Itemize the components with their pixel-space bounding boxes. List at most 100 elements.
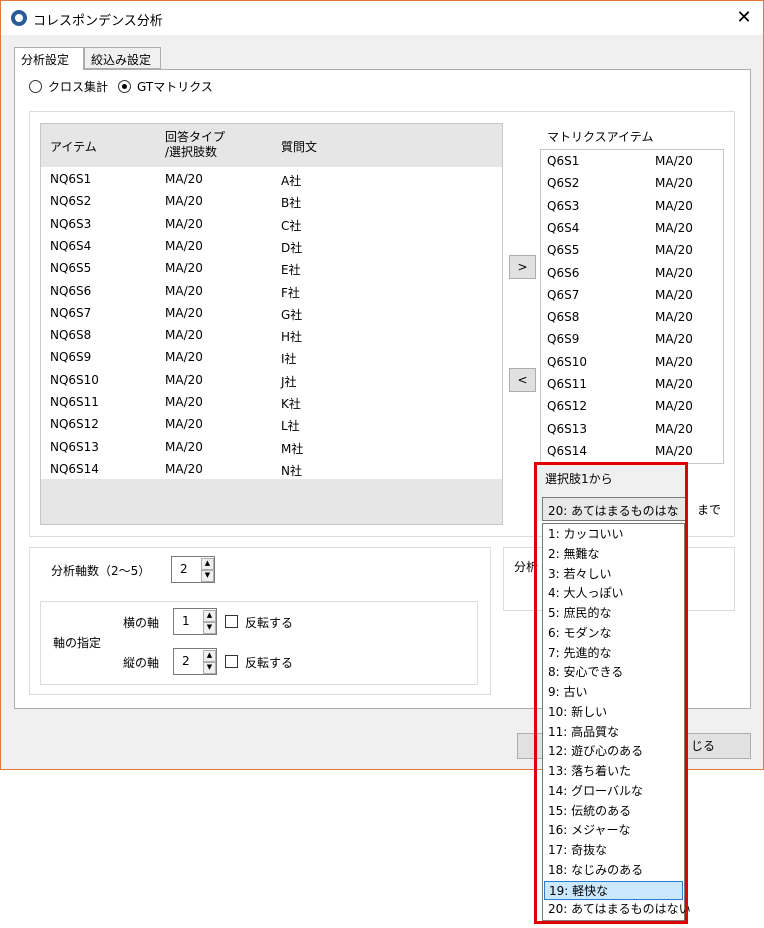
- vertical-axis-stepper[interactable]: 2 ▲ ▼: [173, 648, 217, 675]
- matrix-cell-type[interactable]: MA/20: [655, 199, 693, 213]
- item-cell-item[interactable]: NQ6S3: [50, 217, 91, 231]
- close-icon[interactable]: ✕: [731, 5, 757, 31]
- item-cell-question[interactable]: E社: [281, 261, 301, 278]
- item-cell-type[interactable]: MA/20: [165, 395, 203, 409]
- item-cell-question[interactable]: L社: [281, 417, 300, 434]
- item-cell-question[interactable]: J社: [281, 373, 297, 390]
- horizontal-up-icon[interactable]: ▲: [203, 610, 216, 622]
- item-cell-type[interactable]: MA/20: [165, 239, 203, 253]
- item-cell-type[interactable]: MA/20: [165, 217, 203, 231]
- matrix-cell-type[interactable]: MA/20: [655, 288, 693, 302]
- axis-count-label: 分析軸数（2〜5）: [51, 564, 151, 578]
- item-cell-question[interactable]: D社: [281, 239, 302, 256]
- matrix-cell-item[interactable]: Q6S4: [547, 221, 579, 235]
- axis-count-stepper[interactable]: 2 ▲ ▼: [171, 556, 215, 583]
- vertical-down-icon[interactable]: ▼: [203, 662, 216, 674]
- add-item-button[interactable]: >: [509, 255, 536, 279]
- item-cell-type[interactable]: MA/20: [165, 328, 203, 342]
- item-cell-question[interactable]: G社: [281, 306, 302, 323]
- matrix-cell-item[interactable]: Q6S14: [547, 444, 587, 458]
- tab-filter-settings[interactable]: 絞込み設定: [84, 47, 161, 69]
- matrix-cell-item[interactable]: Q6S11: [547, 377, 587, 391]
- matrix-cell-type[interactable]: MA/20: [655, 221, 693, 235]
- matrix-cell-item[interactable]: Q6S7: [547, 288, 579, 302]
- matrix-cell-type[interactable]: MA/20: [655, 243, 693, 257]
- matrix-cell-type[interactable]: MA/20: [655, 355, 693, 369]
- vertical-axis-value: 2: [182, 654, 190, 668]
- matrix-cell-item[interactable]: Q6S8: [547, 310, 579, 324]
- item-cell-item[interactable]: NQ6S5: [50, 261, 91, 275]
- item-cell-item[interactable]: NQ6S4: [50, 239, 91, 253]
- matrix-cell-type[interactable]: MA/20: [655, 399, 693, 413]
- item-cell-item[interactable]: NQ6S12: [50, 417, 99, 431]
- item-cell-item[interactable]: NQ6S13: [50, 440, 99, 454]
- item-cell-question[interactable]: K社: [281, 395, 301, 412]
- matrix-cell-item[interactable]: Q6S1: [547, 154, 579, 168]
- item-cell-type[interactable]: MA/20: [165, 350, 203, 364]
- item-cell-type[interactable]: MA/20: [165, 194, 203, 208]
- item-cell-item[interactable]: NQ6S2: [50, 194, 91, 208]
- item-cell-question[interactable]: C社: [281, 217, 301, 234]
- item-cell-item[interactable]: NQ6S14: [50, 462, 99, 476]
- horizontal-axis-label: 横の軸: [123, 616, 160, 630]
- matrix-cell-type[interactable]: MA/20: [655, 176, 693, 190]
- item-cell-question[interactable]: A社: [281, 172, 301, 189]
- item-cell-question[interactable]: M社: [281, 440, 303, 457]
- item-cell-type[interactable]: MA/20: [165, 440, 203, 454]
- item-cell-item[interactable]: NQ6S10: [50, 373, 99, 387]
- item-cell-type[interactable]: MA/20: [165, 373, 203, 387]
- matrix-cell-type[interactable]: MA/20: [655, 422, 693, 436]
- column-header-question: 質問文: [281, 140, 318, 154]
- matrix-cell-item[interactable]: Q6S2: [547, 176, 579, 190]
- item-cell-question[interactable]: F社: [281, 284, 300, 301]
- column-header-type: 回答タイプ /選択肢数: [165, 130, 226, 159]
- close-button-label: じる: [691, 739, 716, 753]
- matrix-cell-item[interactable]: Q6S3: [547, 199, 579, 213]
- item-list-body: [41, 167, 502, 479]
- item-cell-item[interactable]: NQ6S9: [50, 350, 91, 364]
- item-cell-question[interactable]: I社: [281, 350, 297, 367]
- matrix-cell-type[interactable]: MA/20: [655, 266, 693, 280]
- item-cell-type[interactable]: MA/20: [165, 284, 203, 298]
- matrix-cell-type[interactable]: MA/20: [655, 310, 693, 324]
- matrix-title: マトリクスアイテム: [547, 130, 654, 144]
- horizontal-axis-value: 1: [182, 614, 190, 628]
- title-bar[interactable]: コレスポンデンス分析 ✕: [1, 1, 763, 35]
- item-cell-question[interactable]: N社: [281, 462, 302, 479]
- item-cell-type[interactable]: MA/20: [165, 462, 203, 476]
- item-cell-type[interactable]: MA/20: [165, 306, 203, 320]
- tab-analysis-settings[interactable]: 分析設定: [14, 47, 84, 70]
- matrix-list[interactable]: [540, 149, 724, 464]
- matrix-cell-type[interactable]: MA/20: [655, 444, 693, 458]
- item-cell-item[interactable]: NQ6S7: [50, 306, 91, 320]
- horizontal-reverse-checkbox[interactable]: [225, 615, 238, 628]
- item-cell-question[interactable]: B社: [281, 194, 301, 211]
- radio-gt-matrix[interactable]: [118, 80, 131, 93]
- item-cell-type[interactable]: MA/20: [165, 261, 203, 275]
- horizontal-axis-stepper[interactable]: 1 ▲ ▼: [173, 608, 217, 635]
- matrix-cell-type[interactable]: MA/20: [655, 332, 693, 346]
- remove-item-button[interactable]: <: [509, 368, 536, 392]
- matrix-cell-item[interactable]: Q6S5: [547, 243, 579, 257]
- radio-cross[interactable]: [29, 80, 42, 93]
- item-cell-question[interactable]: H社: [281, 328, 302, 345]
- horizontal-down-icon[interactable]: ▼: [203, 622, 216, 634]
- item-cell-item[interactable]: NQ6S11: [50, 395, 99, 409]
- axis-count-up-icon[interactable]: ▲: [201, 558, 214, 570]
- vertical-up-icon[interactable]: ▲: [203, 650, 216, 662]
- matrix-cell-type[interactable]: MA/20: [655, 377, 693, 391]
- axis-count-down-icon[interactable]: ▼: [201, 570, 214, 582]
- window-title: コレスポンデンス分析: [33, 14, 163, 29]
- item-cell-item[interactable]: NQ6S6: [50, 284, 91, 298]
- matrix-cell-item[interactable]: Q6S13: [547, 422, 587, 436]
- matrix-cell-type[interactable]: MA/20: [655, 154, 693, 168]
- item-cell-type[interactable]: MA/20: [165, 172, 203, 186]
- matrix-cell-item[interactable]: Q6S6: [547, 266, 579, 280]
- vertical-reverse-checkbox[interactable]: [225, 655, 238, 668]
- matrix-cell-item[interactable]: Q6S12: [547, 399, 587, 413]
- item-cell-item[interactable]: NQ6S8: [50, 328, 91, 342]
- item-cell-type[interactable]: MA/20: [165, 417, 203, 431]
- matrix-cell-item[interactable]: Q6S9: [547, 332, 579, 346]
- matrix-cell-item[interactable]: Q6S10: [547, 355, 587, 369]
- item-cell-item[interactable]: NQ6S1: [50, 172, 91, 186]
